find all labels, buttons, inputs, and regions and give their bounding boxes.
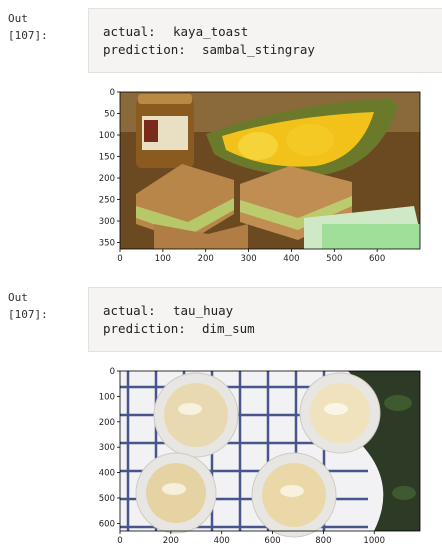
y-tick-label: 100 <box>99 392 115 402</box>
out-prompt-label: Out <box>8 291 28 304</box>
y-axis: 0 100 200 300 400 500 600 <box>99 367 120 529</box>
x-axis: 0 100 200 300 400 500 600 <box>117 249 385 264</box>
x-tick-label: 400 <box>283 254 299 264</box>
y-tick-label: 0 <box>110 367 115 377</box>
x-tick-label: 600 <box>369 254 385 264</box>
y-tick-label: 100 <box>99 131 115 141</box>
output-text-block: actual: kaya_toast prediction: sambal_st… <box>88 8 442 73</box>
y-axis: 0 50 100 150 200 250 300 350 <box>99 88 120 249</box>
y-tick-label: 250 <box>99 196 115 206</box>
x-tick-label: 500 <box>326 254 342 264</box>
x-tick-label: 0 <box>117 254 122 264</box>
x-tick-label: 600 <box>264 536 280 546</box>
output-text-block: actual: tau_huay prediction: dim_sum <box>88 287 442 352</box>
x-axis: 0 200 400 600 800 1000 <box>117 531 385 546</box>
y-tick-label: 500 <box>99 494 115 504</box>
prediction-value: sambal_stingray <box>202 42 315 57</box>
y-tick-label: 0 <box>110 88 115 98</box>
out-prompt-label: Out <box>8 12 28 25</box>
y-tick-label: 300 <box>99 217 115 227</box>
food-photo <box>120 371 420 538</box>
prediction-value: dim_sum <box>202 321 255 336</box>
y-tick-label: 150 <box>99 153 115 163</box>
actual-value: tau_huay <box>173 303 234 318</box>
prediction-label: prediction: <box>103 321 186 336</box>
prediction-label: prediction: <box>103 42 186 57</box>
image-plot: 0 200 400 600 800 1000 0 100 200 300 400 500 600 <box>99 367 421 546</box>
y-tick-label: 200 <box>99 418 115 428</box>
x-tick-label: 200 <box>198 254 214 264</box>
food-photo <box>120 92 420 249</box>
x-tick-label: 100 <box>155 254 171 264</box>
x-tick-label: 400 <box>214 536 230 546</box>
actual-label: actual: <box>103 303 156 318</box>
x-tick-label: 300 <box>240 254 256 264</box>
out-prompt-number: [107]: <box>8 308 48 321</box>
y-tick-label: 300 <box>99 443 115 453</box>
x-tick-label: 1000 <box>363 536 385 546</box>
y-tick-label: 50 <box>104 110 115 120</box>
y-tick-label: 350 <box>99 239 115 249</box>
x-tick-label: 800 <box>315 536 331 546</box>
image-plot: 0 100 200 300 400 500 600 0 50 100 150 200 250 300 35… <box>99 88 421 264</box>
x-tick-label: 200 <box>163 536 179 546</box>
x-tick-label: 0 <box>117 536 122 546</box>
out-prompt-number: [107]: <box>8 29 48 42</box>
actual-label: actual: <box>103 24 156 39</box>
y-tick-label: 600 <box>99 519 115 529</box>
y-tick-label: 200 <box>99 174 115 184</box>
y-tick-label: 400 <box>99 469 115 479</box>
actual-value: kaya_toast <box>173 24 249 39</box>
